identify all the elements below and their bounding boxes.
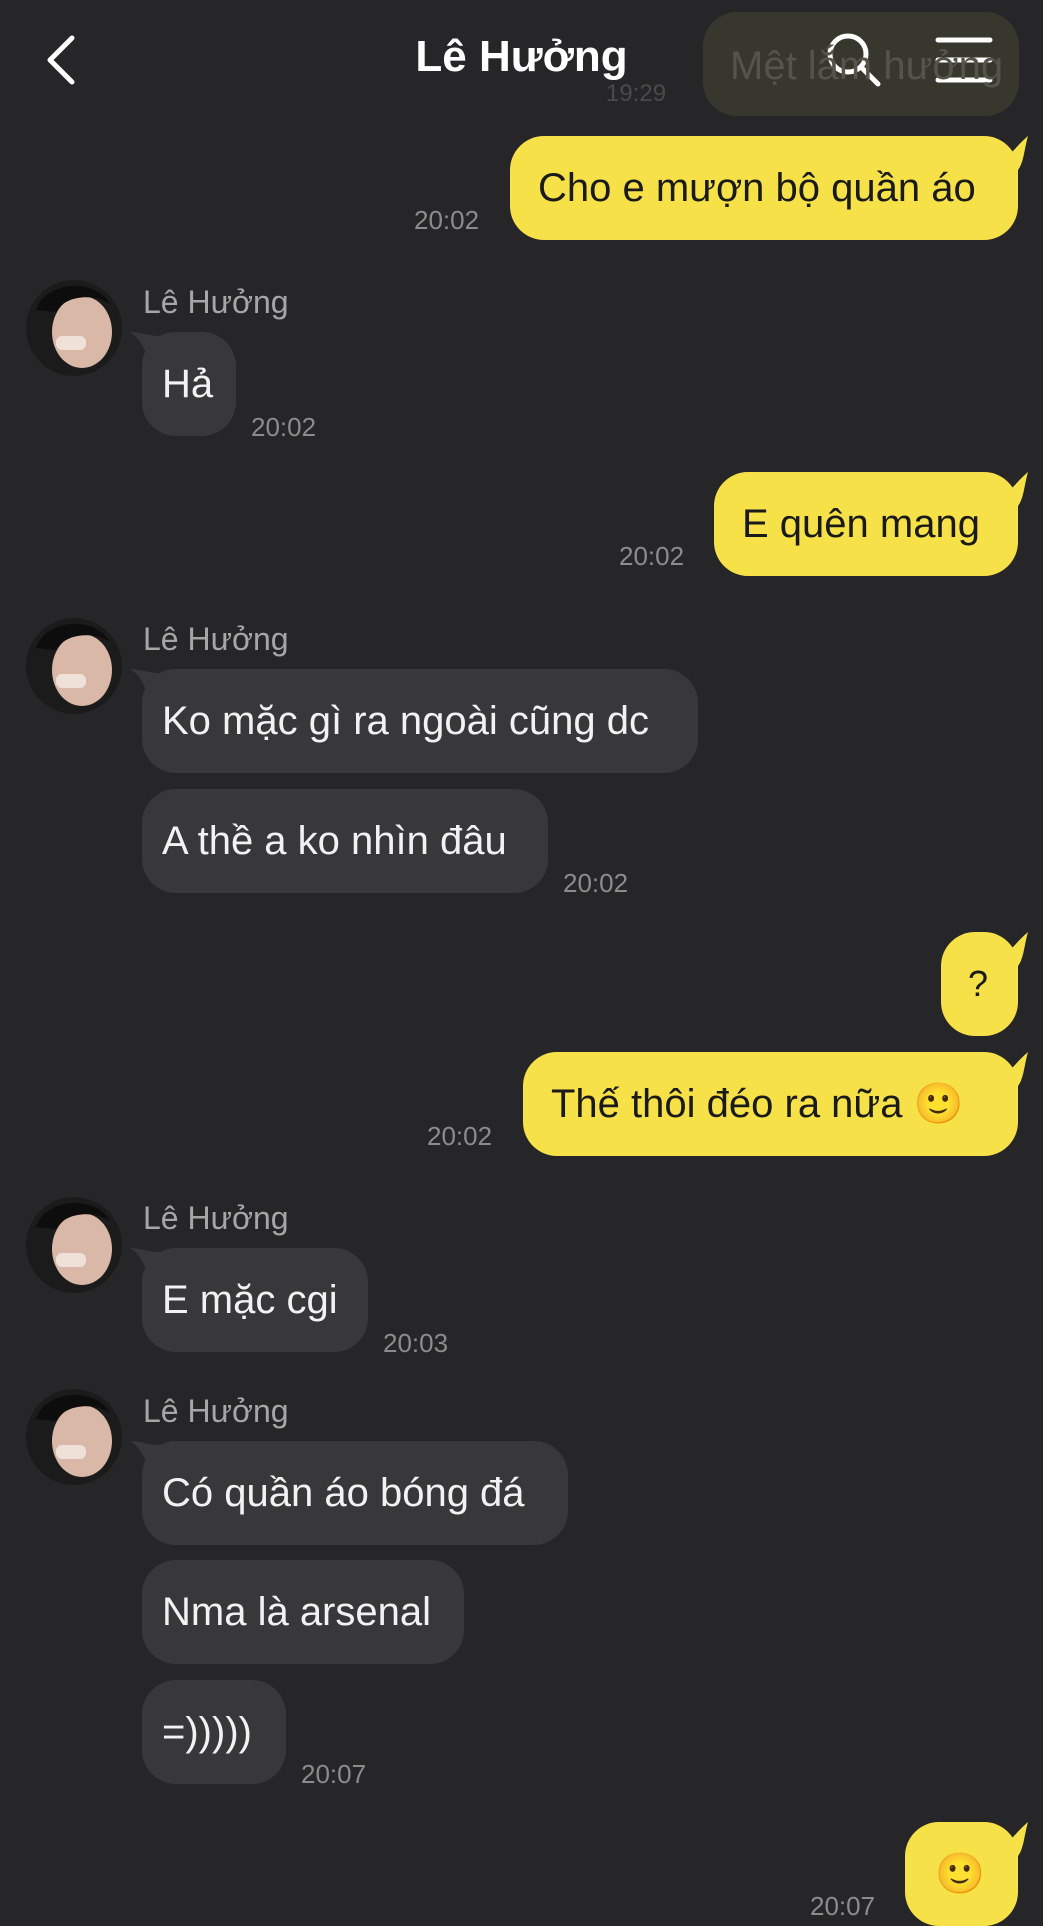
incoming-message-bubble[interactable]: Nma là arsenal [142, 1560, 464, 1664]
outgoing-message-bubble[interactable]: Cho e mượn bộ quần áo [510, 136, 1018, 240]
contact-avatar[interactable] [26, 280, 122, 376]
contact-avatar[interactable] [26, 1389, 122, 1485]
incoming-message-bubble[interactable]: =))))) [142, 1680, 286, 1784]
message-text: =))))) [162, 1710, 252, 1754]
message-text: 🙂 [935, 1852, 985, 1896]
message-text: Thế thôi đéo ra nữa 🙂 [551, 1082, 964, 1126]
bubble-tail [994, 136, 1028, 170]
chat-header: Mệt lắm hưởng 19:29 Lê Hưởng [0, 0, 1043, 122]
incoming-message-bubble[interactable]: E mặc cgi [142, 1248, 368, 1352]
bubble-tail [994, 472, 1028, 506]
sender-name: Lê Hưởng [143, 1200, 289, 1236]
incoming-message-bubble[interactable]: Ko mặc gì ra ngoài cũng dc [142, 669, 698, 773]
message-time: 20:02 [619, 541, 685, 571]
message-time: 20:02 [563, 868, 629, 898]
outgoing-message-bubble[interactable]: Thế thôi đéo ra nữa 🙂 [523, 1052, 1018, 1156]
message-time: 20:02 [251, 412, 317, 442]
message-text: Cho e mượn bộ quần áo [538, 166, 976, 210]
scrolled-message-text: Mệt lắm hưởng [730, 44, 1004, 88]
message-time: 20:07 [301, 1759, 367, 1789]
sender-name: Lê Hưởng [143, 1393, 289, 1429]
bubble-tail [994, 1822, 1028, 1856]
message-text: ? [968, 963, 989, 1004]
message-time: 20:02 [414, 205, 480, 235]
bubble-tail [994, 932, 1028, 966]
incoming-message-bubble[interactable]: Có quần áo bóng đá [142, 1441, 568, 1545]
bubble-tail [130, 332, 160, 362]
sender-name: Lê Hưởng [143, 284, 289, 320]
message-time: 20:02 [427, 1121, 493, 1151]
outgoing-message-bubble[interactable]: E quên mang [714, 472, 1018, 576]
message-text: Có quần áo bóng đá [162, 1471, 525, 1515]
message-text: A thề a ko nhìn đâu [162, 819, 507, 863]
message-time: 20:03 [383, 1328, 449, 1358]
message-time: 20:07 [810, 1891, 876, 1921]
bubble-tail [130, 1441, 160, 1471]
message-text: Nma là arsenal [162, 1590, 432, 1634]
bubble-tail [994, 1052, 1028, 1086]
contact-avatar[interactable] [26, 618, 122, 714]
message-text: E quên mang [742, 502, 980, 546]
contact-avatar[interactable] [26, 1197, 122, 1293]
sender-name: Lê Hưởng [143, 621, 289, 657]
scrolled-message-time: 19:29 [606, 80, 667, 107]
message-text: Hả [162, 362, 214, 406]
bubble-tail [130, 669, 160, 699]
bubble-tail [130, 1248, 160, 1278]
message-text: E mặc cgi [162, 1278, 338, 1322]
incoming-message-bubble[interactable]: A thề a ko nhìn đâu [142, 789, 548, 893]
message-text: Ko mặc gì ra ngoài cũng dc [162, 699, 649, 743]
